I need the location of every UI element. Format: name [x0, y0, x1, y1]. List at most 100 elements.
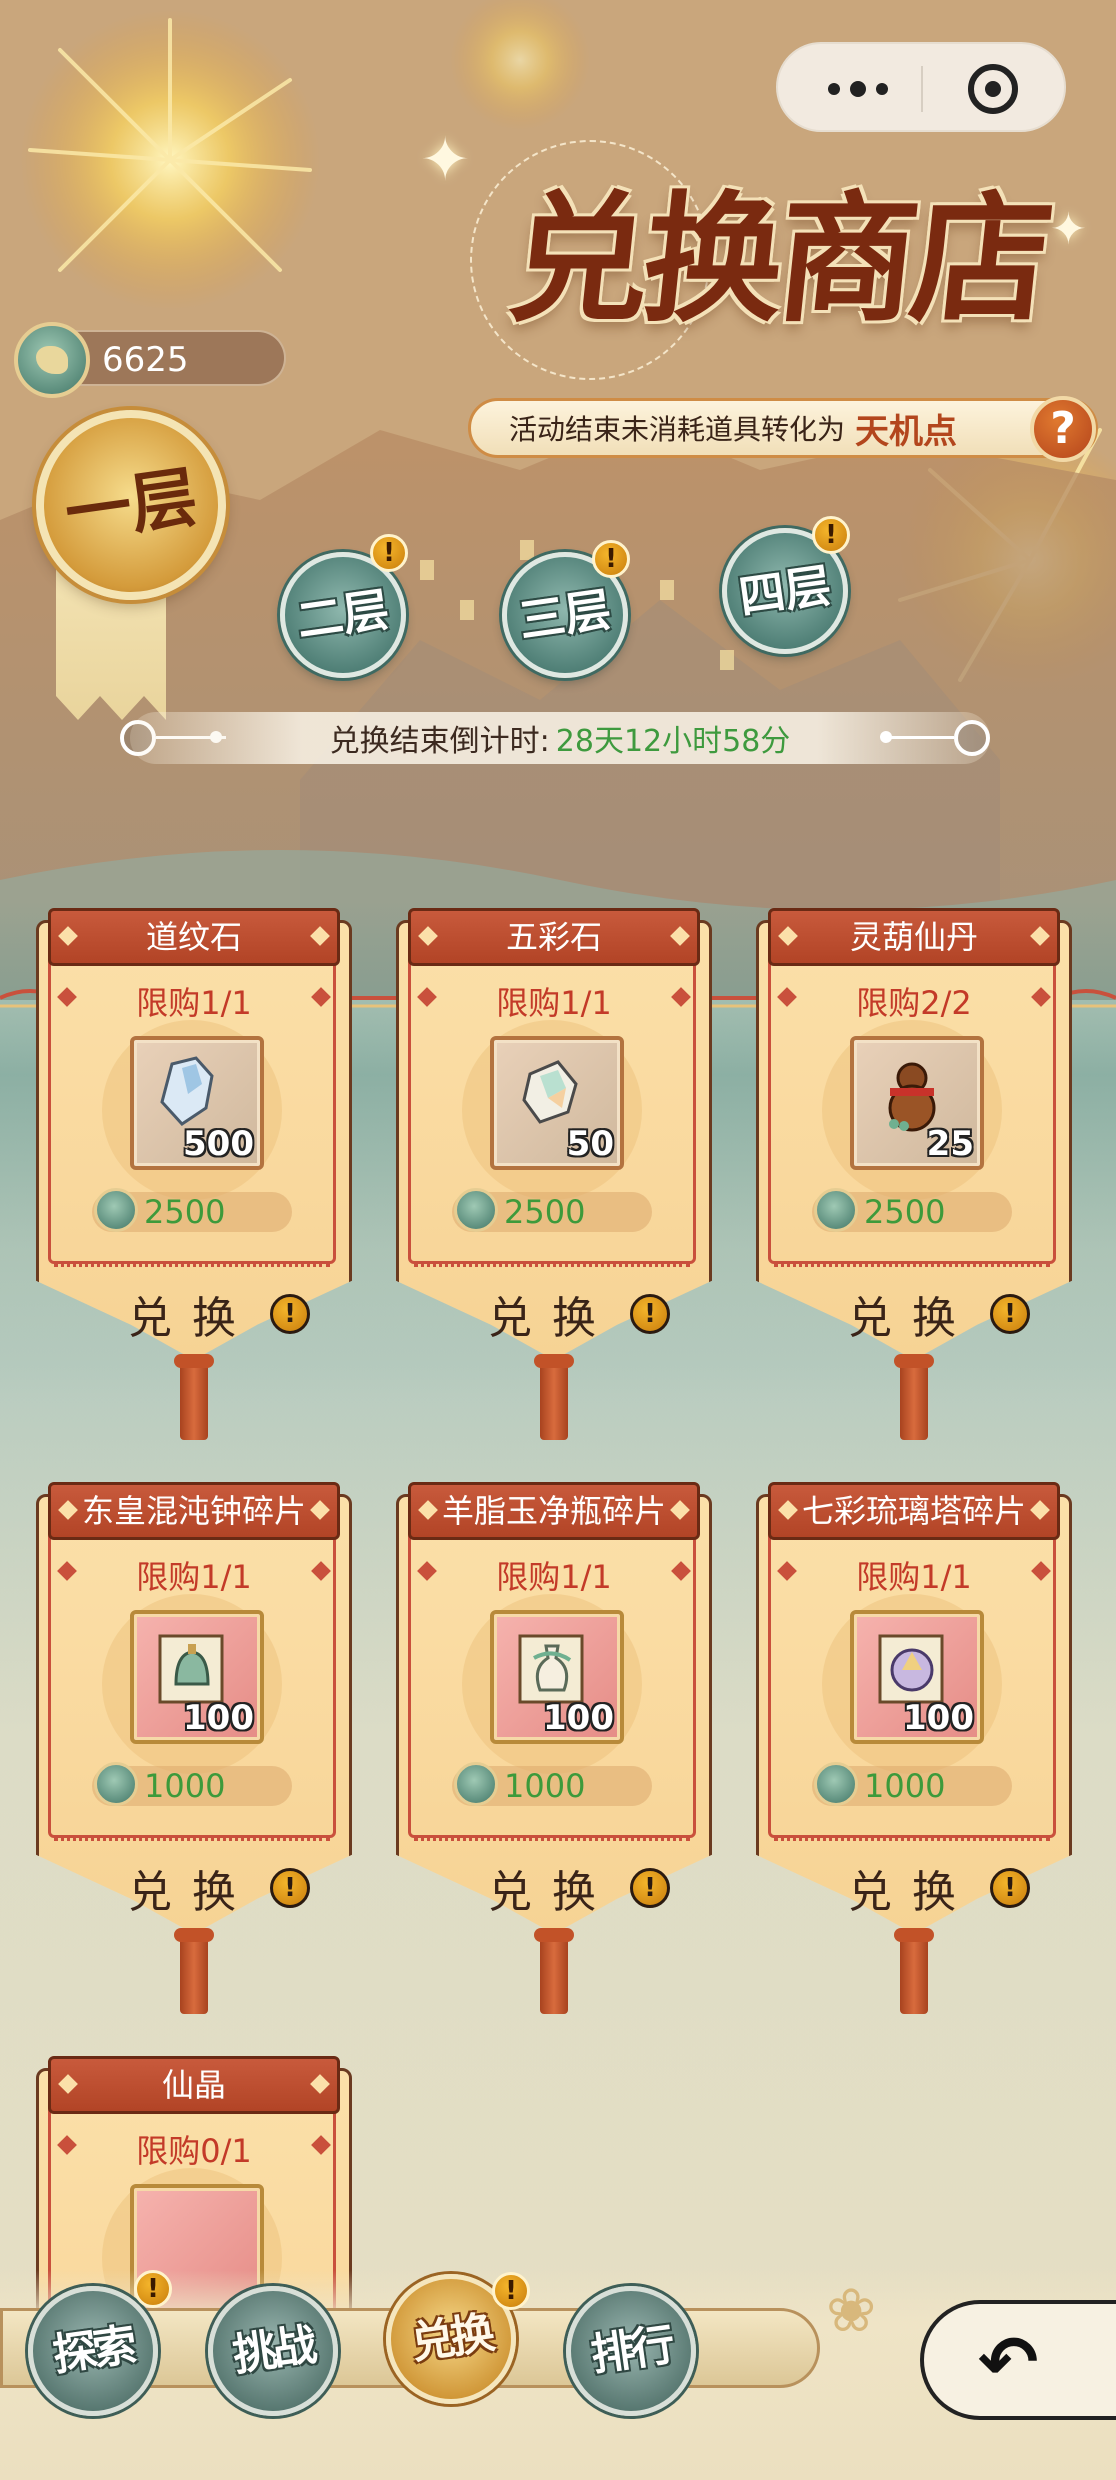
purchase-limit: 限购0/1: [136, 2132, 252, 2170]
vase-fragment-icon: [518, 1634, 584, 1704]
shop-item-card: 灵葫仙丹 限购2/2 25 2500 兑换 !: [754, 908, 1074, 1440]
lotus-icon: ❀: [826, 2276, 877, 2346]
pagoda-fragment-icon: [878, 1634, 944, 1704]
countdown-bar: 兑换结束倒计时: 28天12小时58分: [130, 712, 990, 764]
alert-badge-icon: !: [492, 2272, 530, 2310]
back-button[interactable]: ↶: [920, 2300, 1116, 2420]
alert-badge-icon: !: [270, 1868, 310, 1908]
price-tag: 1000: [92, 1762, 292, 1806]
purchase-limit: 限购1/1: [496, 984, 612, 1022]
scroll-handle: [534, 1354, 574, 1440]
purchase-limit: 限购2/2: [856, 984, 972, 1022]
item-quantity: 100: [183, 1698, 254, 1738]
alert-badge-icon: !: [630, 1294, 670, 1334]
mini-program-capsule: [776, 42, 1066, 132]
nav-challenge-button[interactable]: 挑战: [208, 2286, 338, 2416]
alert-badge-icon: !: [630, 1868, 670, 1908]
item-quantity: 100: [903, 1698, 974, 1738]
target-close-icon[interactable]: [968, 64, 1018, 114]
dotted-divider: [774, 1264, 1050, 1274]
crystal-stone-icon: [160, 1056, 214, 1126]
countdown-time: 28天12小时58分: [555, 724, 791, 759]
shop-item-card: 羊脂玉净瓶碎片 限购1/1 100 1000 兑换 !: [394, 1482, 714, 2014]
price-value: 2500: [504, 1193, 586, 1231]
dotted-divider: [54, 1838, 330, 1848]
purchase-limit: 限购1/1: [856, 1558, 972, 1596]
notice-banner: 活动结束未消耗道具转化为 天机点: [468, 398, 1098, 458]
item-quantity: 50: [566, 1124, 614, 1164]
help-icon[interactable]: ?: [1030, 396, 1096, 462]
item-slot[interactable]: 25: [850, 1036, 984, 1170]
currency-amount: 6625: [102, 340, 189, 380]
alert-badge-icon: !: [592, 540, 630, 578]
shop-item-card: 东皇混沌钟碎片 限购1/1 100 1000 兑换 !: [34, 1482, 354, 2014]
alert-badge-icon: !: [990, 1868, 1030, 1908]
layer-tab-1[interactable]: 一层: [36, 410, 226, 600]
dotted-divider: [774, 1838, 1050, 1848]
purchase-limit: 限购1/1: [136, 1558, 252, 1596]
item-quantity: 100: [543, 1698, 614, 1738]
price-tag: 2500: [92, 1188, 292, 1232]
item-name: 七彩琉璃塔碎片: [768, 1482, 1060, 1540]
shop-item-card: 七彩琉璃塔碎片 限购1/1 100 1000 兑换 !: [754, 1482, 1074, 2014]
price-value: 2500: [864, 1193, 946, 1231]
alert-badge-icon: !: [270, 1294, 310, 1334]
item-slot[interactable]: 50: [490, 1036, 624, 1170]
nav-label: 挑战: [229, 2319, 317, 2382]
alert-badge-icon: !: [134, 2270, 172, 2308]
layer-tab-label: 一层: [60, 457, 202, 553]
scroll-handle: [894, 1354, 934, 1440]
jade-coin-icon: [14, 322, 90, 398]
gourd-pill-icon: [888, 1062, 936, 1132]
alert-badge-icon: !: [990, 1294, 1030, 1334]
price-tag: 1000: [452, 1762, 652, 1806]
price-tag: 1000: [812, 1762, 1012, 1806]
item-slot[interactable]: 100: [490, 1610, 624, 1744]
shop-item-card: 五彩石 限购1/1 50 2500 兑换 !: [394, 908, 714, 1440]
shop-item-card: 道纹石 限购1/1 500 2500 兑换 !: [34, 908, 354, 1440]
purchase-limit: 限购1/1: [136, 984, 252, 1022]
sparkle-icon: ✦: [420, 125, 471, 195]
dotted-divider: [414, 1264, 690, 1274]
back-arrow-icon: ↶: [978, 2320, 1039, 2404]
bell-fragment-icon: [158, 1634, 224, 1704]
jade-coin-icon: [454, 1188, 498, 1232]
price-value: 1000: [864, 1767, 946, 1805]
price-tag: 2500: [452, 1188, 652, 1232]
price-value: 1000: [144, 1767, 226, 1805]
item-name: 羊脂玉净瓶碎片: [408, 1482, 700, 1540]
capsule-divider: [921, 66, 923, 112]
page-title: 兑换商店: [501, 178, 1055, 342]
alert-badge-icon: !: [812, 516, 850, 554]
price-value: 2500: [144, 1193, 226, 1231]
nav-label: 排行: [587, 2319, 675, 2382]
jade-coin-icon: [814, 1762, 858, 1806]
nav-explore-button[interactable]: 探索: [28, 2286, 158, 2416]
item-quantity: 500: [183, 1124, 254, 1164]
dotted-divider: [414, 1838, 690, 1848]
rainbow-stone-icon: [522, 1060, 578, 1124]
item-quantity: 25: [926, 1124, 974, 1164]
notice-text: 活动结束未消耗道具转化为: [509, 413, 846, 446]
scroll-handle: [174, 1928, 214, 2014]
item-slot[interactable]: 500: [130, 1036, 264, 1170]
scroll-handle: [894, 1928, 934, 2014]
price-tag: 2500: [812, 1188, 1012, 1232]
nav-ranking-button[interactable]: 排行: [566, 2286, 696, 2416]
currency-display: 6625: [14, 322, 286, 398]
jade-coin-icon: [454, 1762, 498, 1806]
item-slot[interactable]: 100: [850, 1610, 984, 1744]
item-slot[interactable]: 100: [130, 1610, 264, 1744]
item-name: 仙晶: [48, 2056, 340, 2114]
item-name: 五彩石: [408, 908, 700, 966]
jade-coin-icon: [814, 1188, 858, 1232]
jade-coin-icon: [94, 1762, 138, 1806]
countdown-label: 兑换结束倒计时:: [329, 724, 550, 759]
price-value: 1000: [504, 1767, 586, 1805]
jade-coin-icon: [94, 1188, 138, 1232]
alert-badge-icon: !: [370, 534, 408, 572]
more-dots-icon[interactable]: [818, 70, 898, 108]
scroll-handle: [534, 1928, 574, 2014]
purchase-limit: 限购1/1: [496, 1558, 612, 1596]
countdown-deco-right: [880, 720, 990, 756]
